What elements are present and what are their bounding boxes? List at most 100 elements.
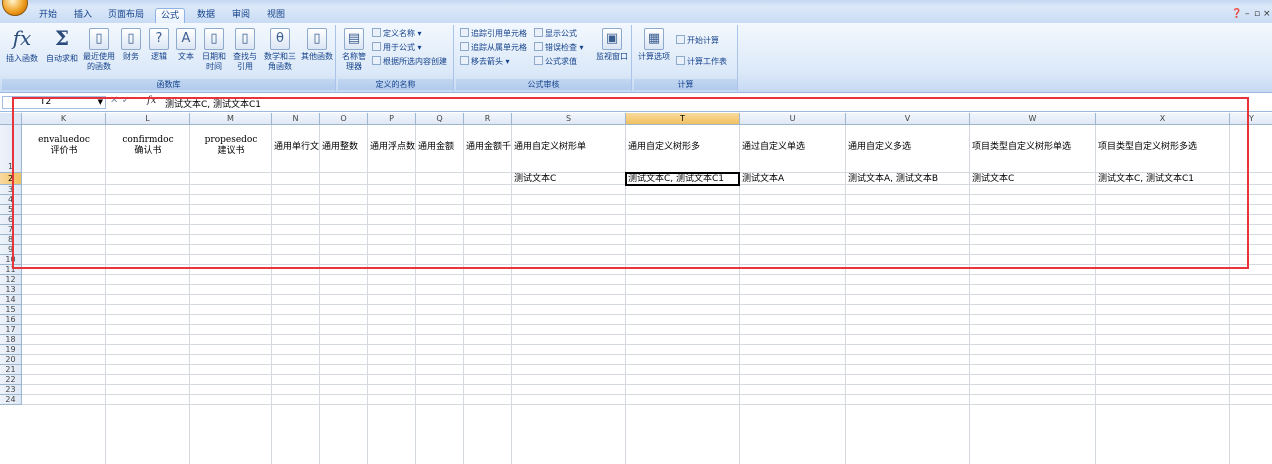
column-header-s[interactable]: S	[512, 113, 626, 125]
cell-l1[interactable]: confirmdoc 确认书	[106, 135, 190, 165]
column-header-m[interactable]: M	[190, 113, 272, 125]
worksheet-grid[interactable]: K L M N O P Q R S T U V W X Y 1 2 3 4 5 6 7 8 9 10 11 12 13 14 15 16 17…	[0, 113, 1272, 464]
help-icon[interactable]: ❓	[1231, 9, 1242, 19]
tab-review[interactable]: 审阅	[229, 8, 253, 23]
row-header-7[interactable]: 7	[0, 225, 22, 235]
watch-window-button[interactable]: ▣ 监视窗口	[594, 28, 630, 62]
column-header-y[interactable]: Y	[1230, 113, 1272, 125]
use-in-formula-button[interactable]: 用于公式 ▾	[372, 42, 422, 54]
column-header-r[interactable]: R	[464, 113, 512, 125]
remove-arrows-button[interactable]: 移去箭头 ▾	[460, 56, 510, 68]
enter-check-icon[interactable]: ✓	[122, 95, 130, 106]
row-header-2[interactable]: 2	[0, 173, 22, 185]
lookup-button[interactable]: ▯ 查找与引用	[230, 28, 260, 72]
formula-input[interactable]: 测试文本C, 测试文本C1	[165, 97, 261, 110]
tab-insert[interactable]: 插入	[71, 8, 95, 23]
select-all-corner[interactable]	[0, 113, 22, 125]
row-header-22[interactable]: 22	[0, 375, 22, 385]
row-header-20[interactable]: 20	[0, 355, 22, 365]
cancel-icon[interactable]: ✕	[110, 95, 118, 106]
row-header-12[interactable]: 12	[0, 275, 22, 285]
cell-w2[interactable]: 测试文本C	[972, 173, 1095, 185]
cell-n1[interactable]: 通用单行文	[274, 139, 319, 153]
column-header-o[interactable]: O	[320, 113, 368, 125]
cell-x2[interactable]: 测试文本C, 测试文本C1	[1098, 173, 1229, 185]
cell-v1[interactable]: 通用自定义多选	[848, 139, 969, 153]
tab-page-layout[interactable]: 页面布局	[106, 8, 146, 23]
column-header-v[interactable]: V	[846, 113, 970, 125]
cell-s2[interactable]: 测试文本C	[514, 173, 625, 185]
column-header-w[interactable]: W	[970, 113, 1096, 125]
cell-s1[interactable]: 通用自定义树形单	[514, 139, 625, 153]
tab-view[interactable]: 视图	[264, 8, 288, 23]
row-header-17[interactable]: 17	[0, 325, 22, 335]
column-header-u[interactable]: U	[740, 113, 846, 125]
cell-x1[interactable]: 项目类型自定义树形多选	[1098, 139, 1229, 153]
row-header-18[interactable]: 18	[0, 335, 22, 345]
tab-formulas[interactable]: 公式	[155, 8, 185, 23]
define-name-button[interactable]: 定义名称 ▾	[372, 28, 422, 40]
cell-q1[interactable]: 通用金额	[418, 139, 463, 153]
cell-u2[interactable]: 测试文本A	[742, 173, 845, 185]
cell-v2[interactable]: 测试文本A, 测试文本B	[848, 173, 969, 185]
row-header-8[interactable]: 8	[0, 235, 22, 245]
cell-w1[interactable]: 项目类型自定义树形单选	[972, 139, 1095, 153]
insert-function-fx-button[interactable]: fx	[147, 95, 156, 106]
row-header-1[interactable]: 1	[0, 125, 22, 173]
autosum-button[interactable]: Σ 自动求和	[44, 28, 80, 64]
row-header-19[interactable]: 19	[0, 345, 22, 355]
cell-p1[interactable]: 通用浮点数	[370, 139, 415, 153]
cell-u1[interactable]: 通过自定义单选	[742, 139, 845, 153]
column-header-x[interactable]: X	[1096, 113, 1230, 125]
row-header-21[interactable]: 21	[0, 365, 22, 375]
cell-r1[interactable]: 通用金额千	[466, 139, 511, 153]
minimize-icon[interactable]: –	[1245, 9, 1250, 19]
column-header-l[interactable]: L	[106, 113, 190, 125]
row-header-10[interactable]: 10	[0, 255, 22, 265]
error-checking-button[interactable]: 错误检查 ▾	[534, 42, 584, 54]
row-header-15[interactable]: 15	[0, 305, 22, 315]
restore-icon[interactable]: ▫	[1254, 9, 1260, 19]
column-header-k[interactable]: K	[22, 113, 106, 125]
show-formulas-button[interactable]: 显示公式	[534, 28, 577, 40]
insert-function-button[interactable]: fx 插入函数	[4, 28, 40, 64]
text-button[interactable]: A 文本	[174, 28, 198, 62]
cell-t1[interactable]: 通用自定义树形多	[628, 139, 739, 153]
trace-precedents-button[interactable]: 追踪引用单元格	[460, 28, 527, 40]
financial-button[interactable]: ▯ 财务	[118, 28, 144, 62]
column-header-n[interactable]: N	[272, 113, 320, 125]
column-header-p[interactable]: P	[368, 113, 416, 125]
datetime-button[interactable]: ▯ 日期和时间	[200, 28, 228, 72]
row-header-9[interactable]: 9	[0, 245, 22, 255]
row-header-3[interactable]: 3	[0, 185, 22, 195]
tab-data[interactable]: 数据	[194, 8, 218, 23]
row-header-4[interactable]: 4	[0, 195, 22, 205]
calc-sheet-button[interactable]: 计算工作表	[676, 56, 727, 68]
row-header-6[interactable]: 6	[0, 215, 22, 225]
close-icon[interactable]: ×	[1263, 9, 1271, 19]
row-header-13[interactable]: 13	[0, 285, 22, 295]
row-header-14[interactable]: 14	[0, 295, 22, 305]
column-header-t[interactable]: T	[626, 113, 740, 125]
trace-dependents-button[interactable]: 追踪从属单元格	[460, 42, 527, 54]
name-box[interactable]: T2 ▼	[2, 96, 106, 109]
more-functions-button[interactable]: ▯ 其他函数	[300, 28, 334, 62]
calc-now-button[interactable]: 开始计算	[676, 35, 719, 47]
calc-options-button[interactable]: ▦ 计算选项	[636, 28, 672, 62]
recent-functions-button[interactable]: ▯ 最近使用的函数	[82, 28, 116, 72]
row-header-24[interactable]: 24	[0, 395, 22, 405]
cell-m1[interactable]: propesedoc 建议书	[190, 135, 272, 165]
create-from-selection-button[interactable]: 根据所选内容创建	[372, 56, 447, 68]
row-header-23[interactable]: 23	[0, 385, 22, 395]
evaluate-formula-button[interactable]: 公式求值	[534, 56, 577, 68]
cell-k1[interactable]: envaluedoc 评价书	[22, 135, 106, 165]
name-manager-button[interactable]: ▤ 名称管理器	[340, 28, 368, 72]
logical-button[interactable]: ? 逻辑	[146, 28, 172, 62]
math-button[interactable]: θ 数学和三角函数	[262, 28, 298, 72]
cell-o1[interactable]: 通用整数	[322, 139, 367, 153]
row-header-5[interactable]: 5	[0, 205, 22, 215]
dropdown-arrow-icon[interactable]: ▼	[98, 97, 103, 108]
row-header-11[interactable]: 11	[0, 265, 22, 275]
row-header-16[interactable]: 16	[0, 315, 22, 325]
tab-home[interactable]: 开始	[36, 8, 60, 23]
